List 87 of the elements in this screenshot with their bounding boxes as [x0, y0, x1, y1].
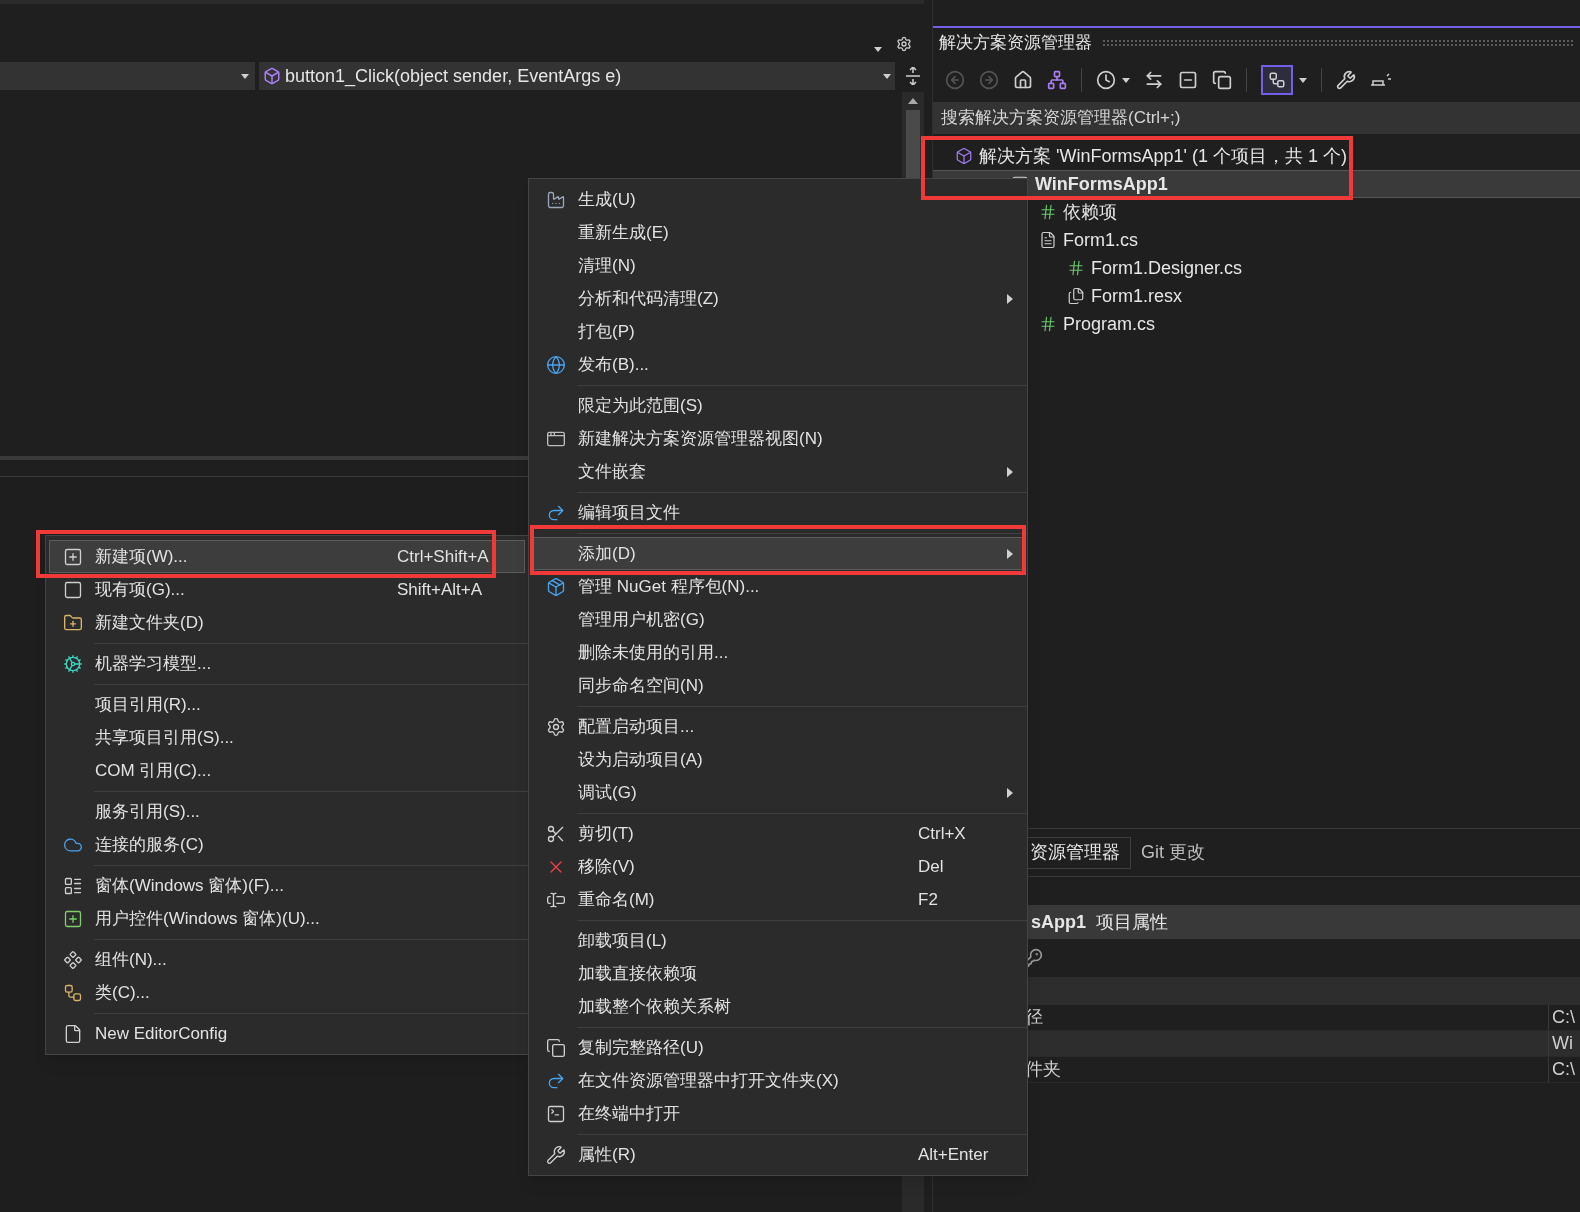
gear-icon	[545, 716, 566, 737]
folder-icon	[62, 612, 83, 633]
copy-icon[interactable]	[1212, 70, 1232, 90]
menu-item[interactable]: 加载整个依赖关系树	[532, 990, 1024, 1023]
tree-view-icon	[1268, 71, 1286, 89]
menu-item[interactable]: 配置启动项目...	[532, 710, 1024, 743]
tree-label: Form1.cs	[1063, 228, 1138, 252]
tree-label: WinFormsApp1	[1035, 172, 1168, 196]
menu-item[interactable]: 加载直接依赖项	[532, 957, 1024, 990]
caret-icon	[883, 73, 891, 79]
menu-item[interactable]: 添加(D)	[532, 537, 1024, 570]
home-icon[interactable]	[1013, 70, 1033, 90]
menu-item[interactable]: 管理用户机密(G)	[532, 603, 1024, 636]
submenu-arrow-icon	[1007, 787, 1013, 798]
square-icon	[62, 579, 83, 600]
tree-label: 依赖项	[1063, 200, 1117, 224]
tree-label: Form1.Designer.cs	[1091, 256, 1243, 280]
menu-item[interactable]: 组件(N)...	[49, 943, 525, 976]
factory-icon	[545, 189, 566, 210]
form-file-icon	[1039, 231, 1057, 249]
collapse-icon[interactable]	[1178, 70, 1198, 90]
globe-icon	[545, 354, 566, 375]
menu-item[interactable]: 设为启动项目(A)	[532, 743, 1024, 776]
menu-item[interactable]: 类(C)...	[49, 976, 525, 1009]
split-icon[interactable]	[905, 67, 921, 85]
hash-icon	[1067, 259, 1085, 277]
menu-item[interactable]: 连接的服务(C)	[49, 828, 525, 861]
add-square-icon	[62, 908, 83, 929]
menu-item[interactable]: 窗体(Windows 窗体)(F)...	[49, 869, 525, 902]
menu-item[interactable]: 调试(G)	[532, 776, 1024, 809]
scroll-up-icon	[908, 98, 918, 104]
menu-item[interactable]: 新建文件夹(D)	[49, 606, 525, 639]
hash-icon	[1039, 203, 1057, 221]
menu-item[interactable]: 文件嵌套	[532, 455, 1024, 488]
method-icon	[263, 67, 281, 85]
menu-item[interactable]: 新建项(W)... Ctrl+Shift+A	[49, 540, 525, 573]
panel-tab[interactable]: Git 更改	[1131, 836, 1215, 869]
menu-item[interactable]: 项目引用(R)...	[49, 688, 525, 721]
property-value: C:\	[1552, 1006, 1575, 1029]
tree-label: 解决方案 'WinFormsApp1' (1 个项目，共 1 个)	[979, 144, 1347, 168]
caret-icon	[1299, 77, 1307, 83]
scissors-icon	[545, 823, 566, 844]
property-value: C:\	[1552, 1058, 1575, 1081]
menu-item[interactable]: 服务引用(S)...	[49, 795, 525, 828]
property-value: Wi	[1552, 1032, 1573, 1055]
submenu-arrow-icon	[1007, 466, 1013, 477]
menu-item[interactable]: 发布(B)...	[532, 348, 1024, 381]
terminal-icon	[545, 1103, 566, 1124]
menu-item[interactable]: 管理 NuGet 程序包(N)...	[532, 570, 1024, 603]
copy-icon	[545, 1037, 566, 1058]
menu-item[interactable]: 机器学习模型...	[49, 647, 525, 680]
menu-item[interactable]: New EditorConfig	[49, 1017, 525, 1050]
submenu-arrow-icon	[1007, 548, 1013, 559]
gear-icon[interactable]	[896, 36, 912, 52]
wrench-icon	[545, 1144, 566, 1165]
menu-item[interactable]: 共享项目引用(S)...	[49, 721, 525, 754]
menu-item[interactable]: 复制完整路径(U)	[532, 1031, 1024, 1064]
tree-label: Program.cs	[1063, 312, 1156, 336]
submenu-arrow-icon	[1007, 293, 1013, 304]
menu-item[interactable]: 新建解决方案资源管理器视图(N)	[532, 422, 1024, 455]
member-combo[interactable]: button1_Click(object sender, EventArgs e)	[259, 62, 895, 90]
menu-item[interactable]: 同步命名空间(N)	[532, 669, 1024, 702]
menu-item[interactable]: 现有项(G)... Shift+Alt+A	[49, 573, 525, 606]
menu-item[interactable]: 在终端中打开	[532, 1097, 1024, 1130]
tree-label: Form1.resx	[1091, 284, 1182, 308]
view-toggle-button[interactable]	[1261, 65, 1293, 95]
menu-item[interactable]: 限定为此范围(S)	[532, 389, 1024, 422]
dropdown-caret-icon	[874, 47, 882, 52]
tree-item[interactable]: 解决方案 'WinFormsApp1' (1 个项目，共 1 个)	[933, 142, 1580, 170]
search-field[interactable]: 搜索解决方案资源管理器(Ctrl+;)	[933, 102, 1580, 134]
menu-item[interactable]: 编辑项目文件	[532, 496, 1024, 529]
hash-icon	[1039, 315, 1057, 333]
wrench-icon[interactable]	[1336, 70, 1356, 90]
caret-icon	[241, 73, 249, 79]
sync-icon[interactable]	[1144, 70, 1164, 90]
solution-icon	[955, 147, 973, 165]
panel-title: 解决方案资源管理器	[939, 32, 1092, 55]
caret-icon	[1122, 77, 1130, 83]
clock-icon[interactable]	[1096, 70, 1116, 90]
new-item-icon	[62, 546, 83, 567]
cog-icon	[62, 653, 83, 674]
package-icon	[545, 576, 566, 597]
menu-item[interactable]: 在文件资源管理器中打开文件夹(X)	[532, 1064, 1024, 1097]
menu-item[interactable]: 属性(R) Alt+Enter	[532, 1138, 1024, 1171]
menu-item[interactable]: 用户控件(Windows 窗体)(U)...	[49, 902, 525, 935]
menu-item[interactable]: 删除未使用的引用...	[532, 636, 1024, 669]
menu-item[interactable]: COM 引用(C)...	[49, 754, 525, 787]
